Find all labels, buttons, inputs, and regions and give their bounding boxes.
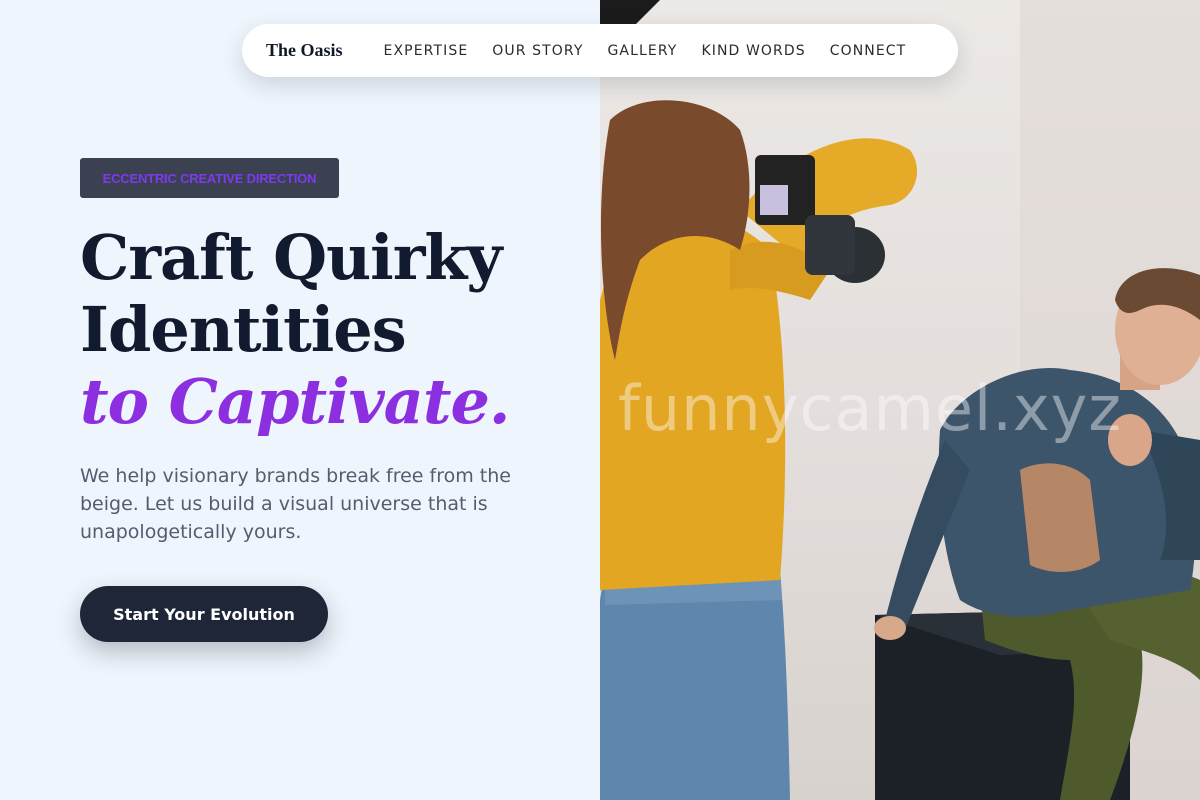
man-hand-left	[874, 616, 906, 640]
headline-line-1: Craft Quirky	[80, 221, 502, 294]
camera-lens-barrel	[805, 215, 855, 275]
nav-link-kind-words[interactable]: KIND WORDS	[701, 43, 805, 59]
start-evolution-button[interactable]: Start Your Evolution	[80, 586, 328, 642]
man-chest	[1020, 463, 1100, 572]
nav-link-expertise[interactable]: EXPERTISE	[384, 43, 469, 59]
nav-link-connect[interactable]: CONNECT	[830, 43, 907, 59]
nav-link-our-story[interactable]: OUR STORY	[492, 43, 583, 59]
hero-photo	[600, 0, 1200, 800]
nav-link-gallery[interactable]: GALLERY	[607, 43, 677, 59]
hero-subtext: We help visionary brands break free from…	[80, 465, 511, 543]
eyebrow-text: ECCENTRIC CREATIVE DIRECTION	[102, 170, 317, 186]
photo-illustration	[600, 0, 1200, 800]
headline-line-2: Identities	[80, 293, 407, 366]
camera-screen	[760, 185, 788, 215]
hero-headline: Craft Quirky Identities to Captivate.	[80, 222, 580, 438]
nav-links: EXPERTISE OUR STORY GALLERY KIND WORDS C…	[384, 43, 907, 59]
woman-jeans	[600, 570, 790, 800]
brand-logo[interactable]: The Oasis	[266, 40, 343, 61]
eyebrow-badge: ECCENTRIC CREATIVE DIRECTION	[80, 158, 339, 198]
man-hand-right	[1108, 414, 1152, 466]
top-navbar: The Oasis EXPERTISE OUR STORY GALLERY KI…	[242, 24, 958, 77]
headline-accent: to Captivate.	[80, 365, 511, 438]
